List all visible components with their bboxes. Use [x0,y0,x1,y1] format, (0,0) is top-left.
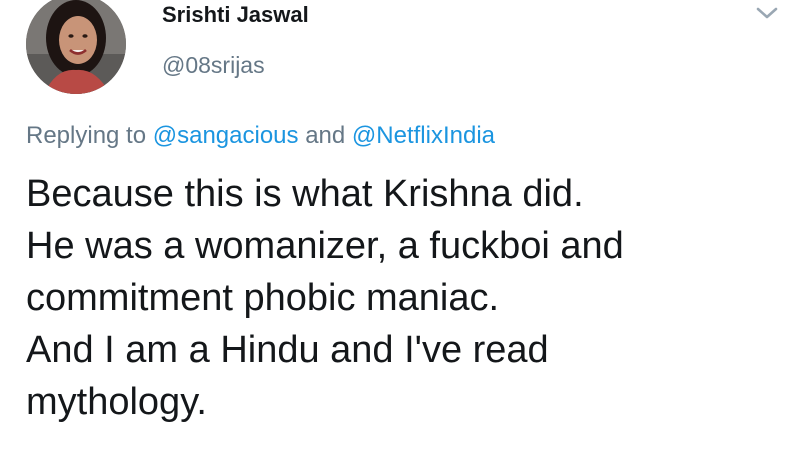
user-handle[interactable]: @08srijas [162,52,265,79]
reply-prefix: Replying to [26,122,147,149]
tweet-text-line: commitment phobic maniac. [26,277,500,319]
mention-link-sangacious[interactable]: @sangacious [153,122,299,149]
reply-context: Replying to @sangacious and @NetflixIndi… [26,122,495,150]
chevron-down-icon[interactable] [754,2,780,24]
profile-photo-icon [26,0,126,94]
display-name[interactable]: Srishti Jaswal [162,2,309,28]
mention-link-netflixindia[interactable]: @NetflixIndia [352,122,495,149]
tweet-text-line: And I am a Hindu and I've read [26,329,549,371]
reply-joiner: and [305,122,346,149]
tweet-text: Because this is what Krishna did. He was… [26,168,786,428]
tweet-text-line: mythology. [26,381,207,423]
avatar[interactable] [26,0,126,94]
tweet-text-line: Because this is what Krishna did. [26,173,584,215]
tweet-text-line: He was a womanizer, a fuckboi and [26,225,624,267]
tweet: Srishti Jaswal @08srijas Replying to @sa… [0,0,800,450]
